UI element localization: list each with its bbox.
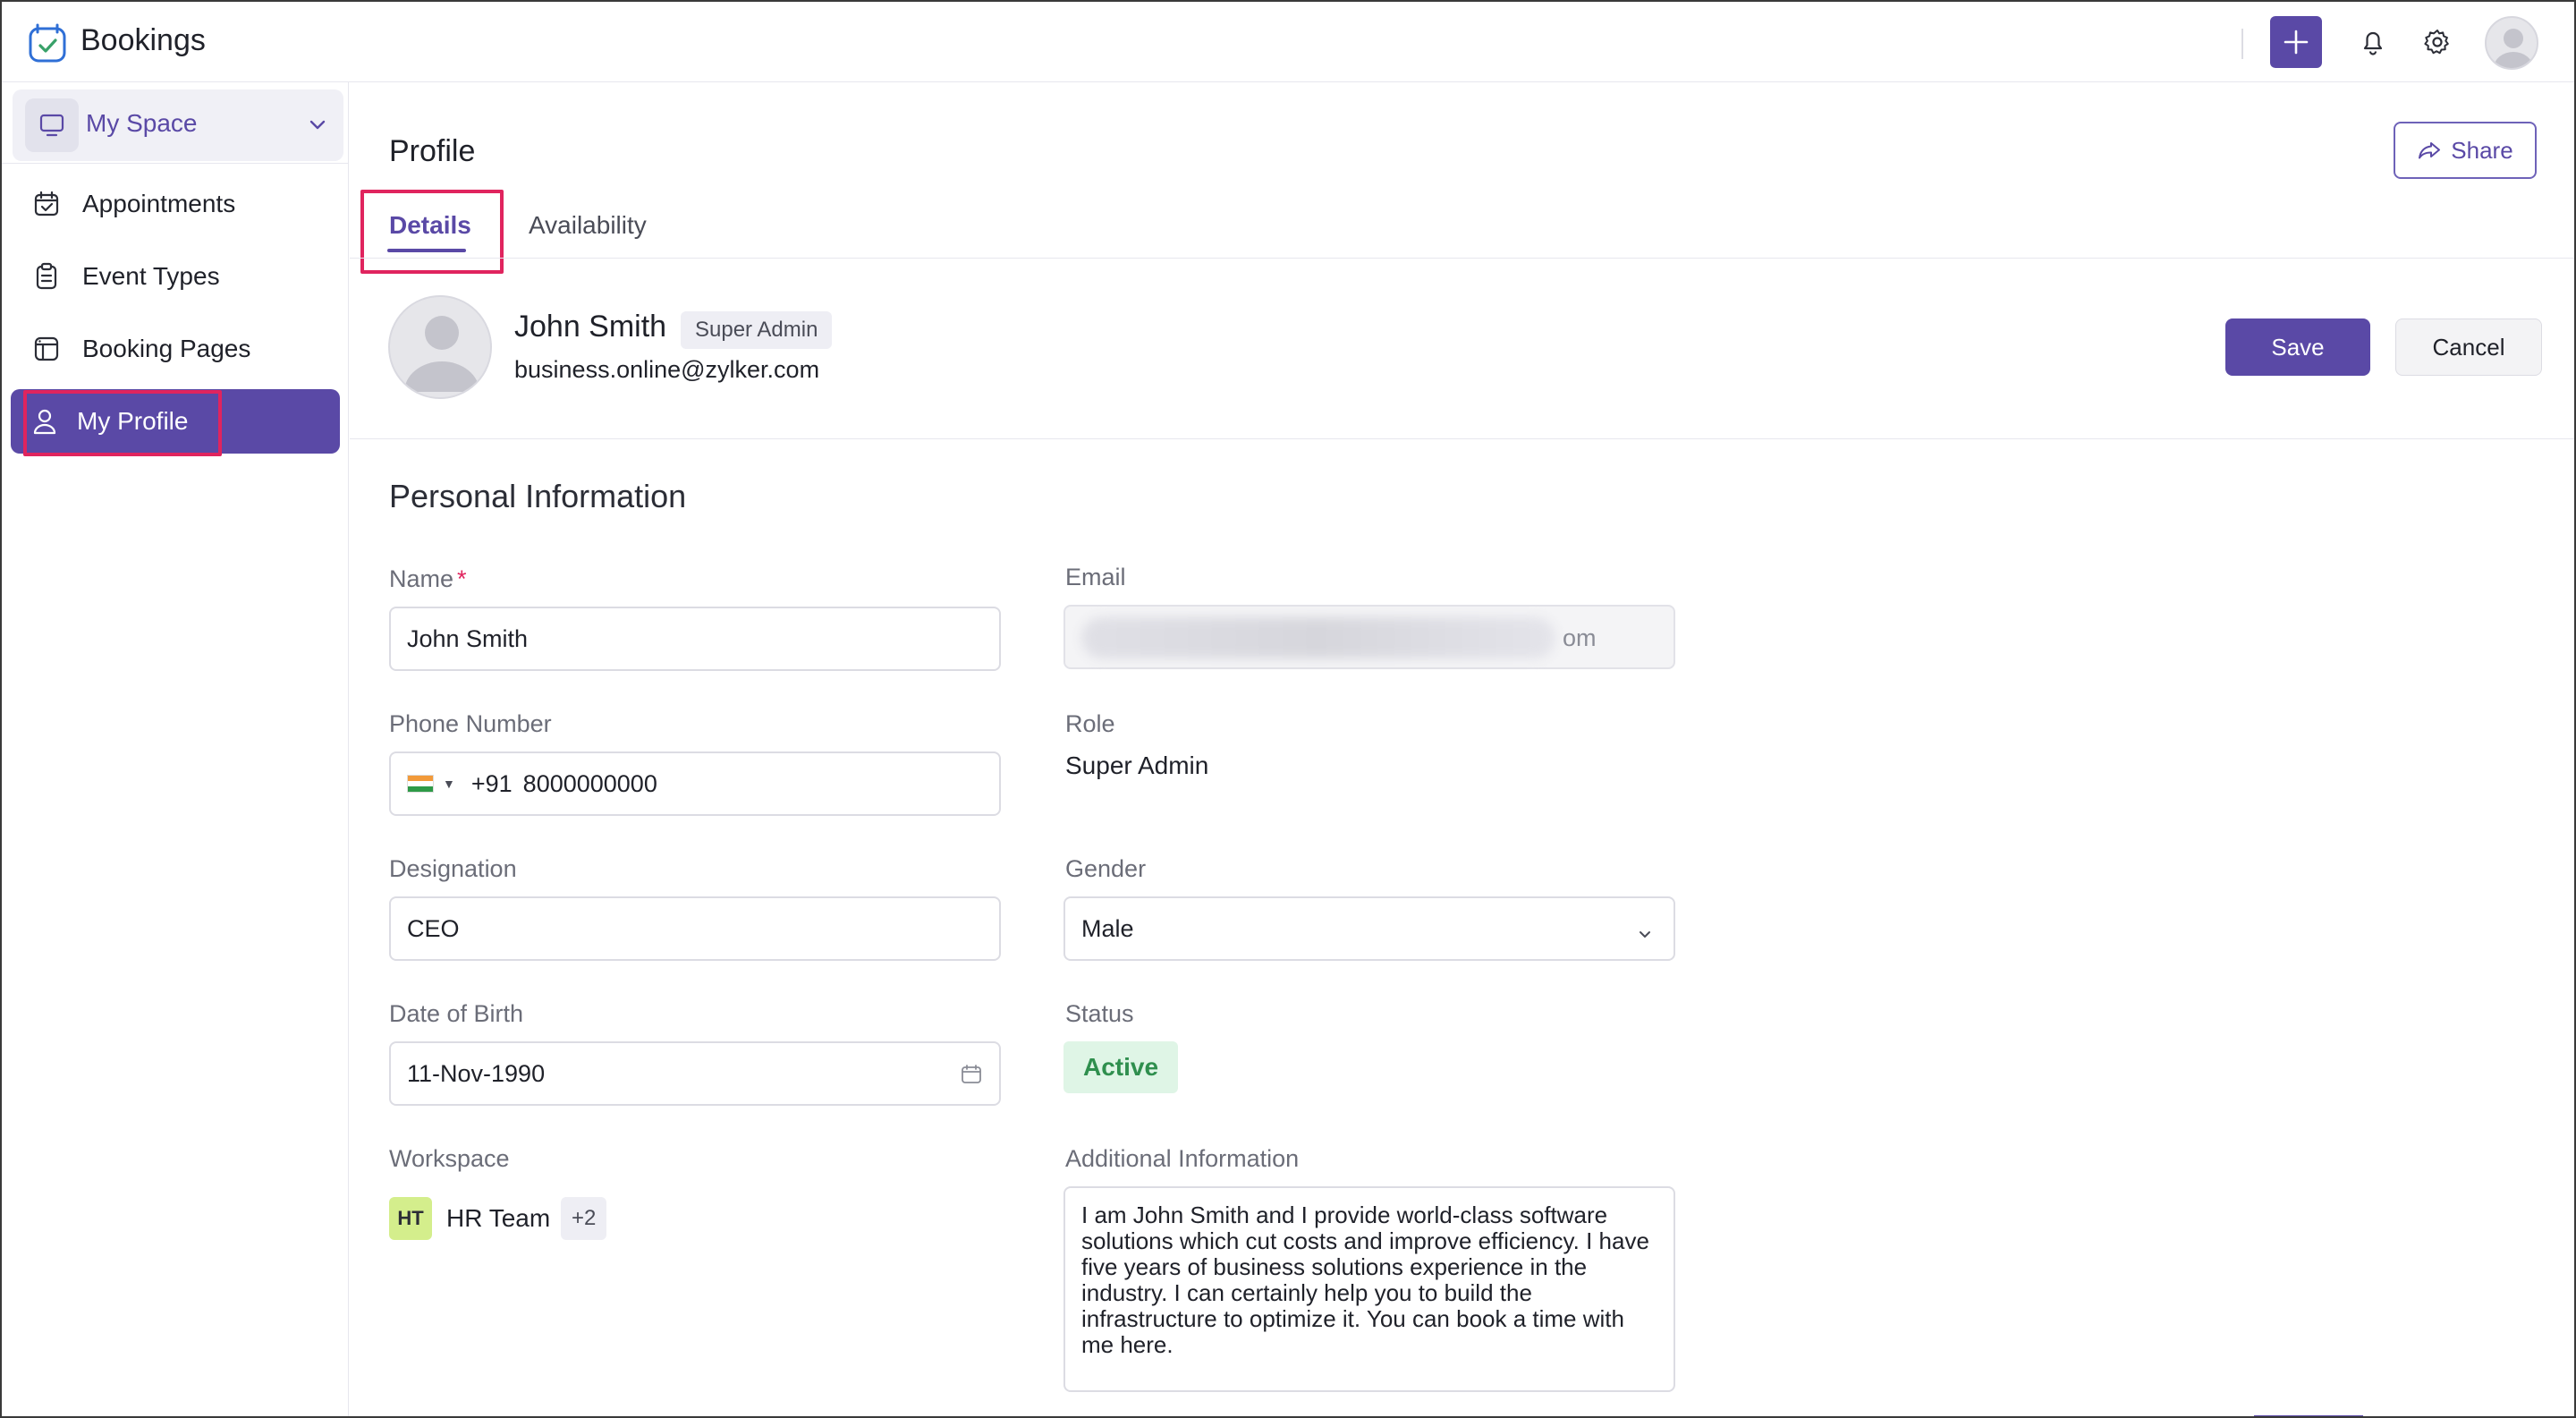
chevron-down-icon <box>306 113 329 140</box>
calendar-check-icon <box>29 186 64 222</box>
chevron-down-icon <box>1636 921 1654 949</box>
country-caret-icon[interactable]: ▼ <box>443 777 455 791</box>
profile-email: business.online@zylker.com <box>514 356 820 383</box>
name-input[interactable]: John Smith <box>389 607 1001 671</box>
bookings-logo-icon <box>27 21 68 64</box>
save-button[interactable]: Save <box>2225 318 2370 376</box>
top-bar: Bookings <box>2 2 2574 82</box>
profile-name: John Smith <box>514 310 667 344</box>
gender-label: Gender <box>1065 855 1147 882</box>
gear-icon <box>2424 30 2449 55</box>
workspace-badge: HT <box>389 1197 432 1240</box>
dial-code: +91 <box>470 769 513 797</box>
gender-select[interactable]: Male <box>1063 896 1675 961</box>
sidebar-item-label: Booking Pages <box>82 335 251 362</box>
app-title: Bookings <box>80 23 206 57</box>
create-button[interactable] <box>2270 16 2322 68</box>
gender-value: Male <box>1081 914 1134 942</box>
highlight-box-my-profile <box>23 390 222 456</box>
clipboard-icon <box>29 259 64 294</box>
sidebar-item-booking-pages[interactable]: Booking Pages <box>11 317 340 381</box>
avatar-person-icon <box>2494 29 2533 68</box>
bell-icon <box>2363 31 2383 55</box>
sidebar-item-label: Appointments <box>82 190 236 217</box>
required-marker: * <box>457 565 467 592</box>
cancel-button[interactable]: Cancel <box>2395 318 2542 376</box>
designation-input[interactable]: CEO <box>389 896 1001 961</box>
workspace-more-badge[interactable]: +2 <box>561 1197 607 1240</box>
sidebar-item-label: Event Types <box>82 262 220 290</box>
role-badge: Super Admin <box>681 311 833 349</box>
status-badge: Active <box>1063 1041 1179 1093</box>
user-avatar[interactable] <box>2485 16 2538 70</box>
designation-label: Designation <box>389 855 517 882</box>
tabs-divider <box>350 258 2574 259</box>
notifications-button[interactable] <box>2354 23 2392 61</box>
highlight-box-details-tab <box>360 190 504 274</box>
layout-icon <box>29 331 64 367</box>
calendar-icon[interactable] <box>960 1063 983 1092</box>
section-title: Personal Information <box>389 478 687 514</box>
share-button[interactable]: Share <box>2394 122 2537 179</box>
topbar-divider <box>2241 29 2243 59</box>
sidebar-item-event-types[interactable]: Event Types <box>11 244 340 309</box>
app-window: Bookings My Space Appointments Event Typ… <box>0 0 2576 1418</box>
profile-header-divider <box>350 438 2574 439</box>
settings-button[interactable] <box>2419 23 2456 61</box>
role-value: Super Admin <box>1065 751 1209 779</box>
redacted-email <box>1081 617 1555 658</box>
share-icon <box>2419 142 2441 159</box>
name-label-text: Name <box>389 565 454 592</box>
monitor-icon <box>25 98 79 152</box>
india-flag-icon[interactable] <box>407 775 434 793</box>
dob-input[interactable]: 11-Nov-1990 <box>389 1041 1001 1106</box>
phone-number-value: 8000000000 <box>522 769 657 797</box>
share-label: Share <box>2451 136 2513 164</box>
email-label: Email <box>1065 564 1126 590</box>
additional-info-label: Additional Information <box>1065 1145 1300 1172</box>
status-label: Status <box>1065 1000 1134 1027</box>
space-selector[interactable]: My Space <box>13 89 343 161</box>
tab-availability[interactable]: Availability <box>529 211 647 240</box>
phone-label: Phone Number <box>389 710 552 737</box>
phone-input[interactable]: ▼ +91 8000000000 <box>389 751 1001 816</box>
email-suffix: om <box>1563 624 1597 651</box>
main-content: Profile Share Details Availability John … <box>350 82 2574 1416</box>
dob-label: Date of Birth <box>389 1000 524 1027</box>
name-label: Name * <box>389 565 467 593</box>
plus-icon <box>2284 30 2309 55</box>
sidebar-item-appointments[interactable]: Appointments <box>11 172 340 236</box>
workspace-label: Workspace <box>389 1145 510 1172</box>
sidebar: My Space Appointments Event Types Bookin… <box>2 82 349 1416</box>
profile-avatar[interactable] <box>388 295 492 399</box>
workspace-name: HR Team <box>446 1204 551 1232</box>
space-label: My Space <box>86 109 198 137</box>
role-label: Role <box>1065 710 1115 737</box>
avatar-person-icon <box>404 316 479 392</box>
sidebar-divider <box>2 163 348 164</box>
page-title: Profile <box>389 134 476 168</box>
additional-info-textarea[interactable]: I am John Smith and I provide world-clas… <box>1063 1186 1675 1392</box>
dob-value: 11-Nov-1990 <box>407 1059 546 1087</box>
email-field: om <box>1063 605 1675 669</box>
